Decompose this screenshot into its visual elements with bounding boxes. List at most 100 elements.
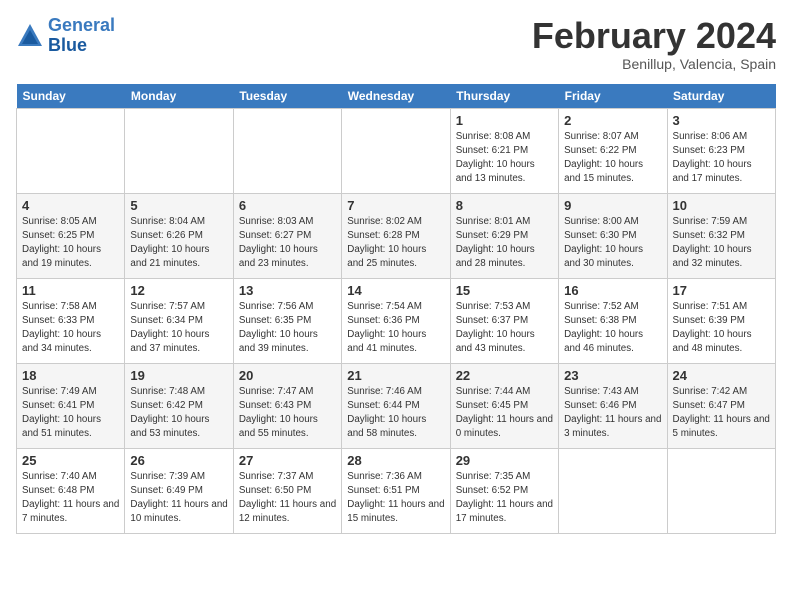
day-number: 14 — [347, 283, 444, 298]
calendar-cell: 10 Sunrise: 7:59 AM Sunset: 6:32 PM Dayli… — [667, 193, 775, 278]
calendar-cell: 4 Sunrise: 8:05 AM Sunset: 6:25 PM Daylig… — [17, 193, 125, 278]
calendar-cell: 9 Sunrise: 8:00 AM Sunset: 6:30 PM Daylig… — [559, 193, 667, 278]
day-number: 15 — [456, 283, 553, 298]
day-number: 12 — [130, 283, 227, 298]
week-row-1: 1 Sunrise: 8:08 AM Sunset: 6:21 PM Daylig… — [17, 108, 776, 193]
logo-text: GeneralBlue — [48, 16, 115, 56]
day-info: Sunrise: 7:43 AM Sunset: 6:46 PM Dayligh… — [564, 385, 661, 442]
calendar-cell: 1 Sunrise: 8:08 AM Sunset: 6:21 PM Daylig… — [450, 108, 558, 193]
weekday-header-monday: Monday — [125, 84, 233, 109]
calendar-table: SundayMondayTuesdayWednesdayThursdayFrid… — [16, 84, 776, 534]
day-number: 27 — [239, 453, 336, 468]
day-info: Sunrise: 8:04 AM Sunset: 6:26 PM Dayligh… — [130, 215, 227, 272]
day-info: Sunrise: 7:51 AM Sunset: 6:39 PM Dayligh… — [673, 300, 770, 357]
day-info: Sunrise: 7:36 AM Sunset: 6:51 PM Dayligh… — [347, 470, 444, 527]
day-number: 18 — [22, 368, 119, 383]
day-number: 6 — [239, 198, 336, 213]
day-number: 8 — [456, 198, 553, 213]
day-number: 28 — [347, 453, 444, 468]
week-row-2: 4 Sunrise: 8:05 AM Sunset: 6:25 PM Daylig… — [17, 193, 776, 278]
calendar-cell: 13 Sunrise: 7:56 AM Sunset: 6:35 PM Dayli… — [233, 278, 341, 363]
day-info: Sunrise: 7:35 AM Sunset: 6:52 PM Dayligh… — [456, 470, 553, 527]
title-block: February 2024 Benillup, Valencia, Spain — [532, 16, 776, 72]
day-number: 20 — [239, 368, 336, 383]
weekday-header-friday: Friday — [559, 84, 667, 109]
day-info: Sunrise: 7:46 AM Sunset: 6:44 PM Dayligh… — [347, 385, 444, 442]
logo-icon — [16, 22, 44, 50]
day-info: Sunrise: 7:52 AM Sunset: 6:38 PM Dayligh… — [564, 300, 661, 357]
day-number: 7 — [347, 198, 444, 213]
day-number: 16 — [564, 283, 661, 298]
weekday-header-saturday: Saturday — [667, 84, 775, 109]
day-number: 29 — [456, 453, 553, 468]
day-number: 25 — [22, 453, 119, 468]
calendar-cell: 2 Sunrise: 8:07 AM Sunset: 6:22 PM Daylig… — [559, 108, 667, 193]
day-info: Sunrise: 8:01 AM Sunset: 6:29 PM Dayligh… — [456, 215, 553, 272]
calendar-cell: 16 Sunrise: 7:52 AM Sunset: 6:38 PM Dayli… — [559, 278, 667, 363]
month-title: February 2024 — [532, 16, 776, 56]
calendar-cell — [667, 448, 775, 533]
day-info: Sunrise: 7:47 AM Sunset: 6:43 PM Dayligh… — [239, 385, 336, 442]
day-number: 21 — [347, 368, 444, 383]
day-number: 2 — [564, 113, 661, 128]
day-number: 3 — [673, 113, 770, 128]
day-info: Sunrise: 7:58 AM Sunset: 6:33 PM Dayligh… — [22, 300, 119, 357]
day-info: Sunrise: 8:08 AM Sunset: 6:21 PM Dayligh… — [456, 130, 553, 187]
day-info: Sunrise: 7:57 AM Sunset: 6:34 PM Dayligh… — [130, 300, 227, 357]
day-info: Sunrise: 7:54 AM Sunset: 6:36 PM Dayligh… — [347, 300, 444, 357]
day-number: 19 — [130, 368, 227, 383]
day-info: Sunrise: 8:03 AM Sunset: 6:27 PM Dayligh… — [239, 215, 336, 272]
calendar-cell — [233, 108, 341, 193]
day-info: Sunrise: 7:56 AM Sunset: 6:35 PM Dayligh… — [239, 300, 336, 357]
calendar-cell: 11 Sunrise: 7:58 AM Sunset: 6:33 PM Dayli… — [17, 278, 125, 363]
calendar-cell: 26 Sunrise: 7:39 AM Sunset: 6:49 PM Dayli… — [125, 448, 233, 533]
day-info: Sunrise: 7:40 AM Sunset: 6:48 PM Dayligh… — [22, 470, 119, 527]
calendar-cell — [559, 448, 667, 533]
day-number: 1 — [456, 113, 553, 128]
weekday-header-tuesday: Tuesday — [233, 84, 341, 109]
calendar-cell: 22 Sunrise: 7:44 AM Sunset: 6:45 PM Dayli… — [450, 363, 558, 448]
day-info: Sunrise: 7:48 AM Sunset: 6:42 PM Dayligh… — [130, 385, 227, 442]
day-info: Sunrise: 7:44 AM Sunset: 6:45 PM Dayligh… — [456, 385, 553, 442]
calendar-cell: 24 Sunrise: 7:42 AM Sunset: 6:47 PM Dayli… — [667, 363, 775, 448]
day-number: 26 — [130, 453, 227, 468]
day-number: 5 — [130, 198, 227, 213]
day-number: 11 — [22, 283, 119, 298]
calendar-cell: 15Sunrise: 7:53 AM Sunset: 6:37 PM Dayli… — [450, 278, 558, 363]
day-info: Sunrise: 8:07 AM Sunset: 6:22 PM Dayligh… — [564, 130, 661, 187]
calendar-cell: 17 Sunrise: 7:51 AM Sunset: 6:39 PM Dayli… — [667, 278, 775, 363]
day-number: 10 — [673, 198, 770, 213]
calendar-cell: 28 Sunrise: 7:36 AM Sunset: 6:51 PM Dayli… — [342, 448, 450, 533]
calendar-cell: 12 Sunrise: 7:57 AM Sunset: 6:34 PM Dayli… — [125, 278, 233, 363]
calendar-cell: 21 Sunrise: 7:46 AM Sunset: 6:44 PM Dayli… — [342, 363, 450, 448]
day-info: Sunrise: 7:39 AM Sunset: 6:49 PM Dayligh… — [130, 470, 227, 527]
calendar-cell: 23Sunrise: 7:43 AM Sunset: 6:46 PM Dayli… — [559, 363, 667, 448]
day-number: 24 — [673, 368, 770, 383]
day-info: Sunrise: 8:05 AM Sunset: 6:25 PM Dayligh… — [22, 215, 119, 272]
day-number: 9 — [564, 198, 661, 213]
weekday-header-sunday: Sunday — [17, 84, 125, 109]
calendar-cell: 27Sunrise: 7:37 AM Sunset: 6:50 PM Dayli… — [233, 448, 341, 533]
calendar-cell: 6 Sunrise: 8:03 AM Sunset: 6:27 PM Daylig… — [233, 193, 341, 278]
day-number: 22 — [456, 368, 553, 383]
week-row-4: 18 Sunrise: 7:49 AM Sunset: 6:41 PM Dayli… — [17, 363, 776, 448]
calendar-cell — [17, 108, 125, 193]
calendar-cell: 8 Sunrise: 8:01 AM Sunset: 6:29 PM Daylig… — [450, 193, 558, 278]
logo: GeneralBlue — [16, 16, 115, 56]
day-info: Sunrise: 7:49 AM Sunset: 6:41 PM Dayligh… — [22, 385, 119, 442]
day-number: 17 — [673, 283, 770, 298]
day-info: Sunrise: 7:42 AM Sunset: 6:47 PM Dayligh… — [673, 385, 770, 442]
day-info: Sunrise: 8:00 AM Sunset: 6:30 PM Dayligh… — [564, 215, 661, 272]
calendar-cell: 14 Sunrise: 7:54 AM Sunset: 6:36 PM Dayli… — [342, 278, 450, 363]
calendar-cell: 7Sunrise: 8:02 AM Sunset: 6:28 PM Daylig… — [342, 193, 450, 278]
day-number: 4 — [22, 198, 119, 213]
week-row-5: 25 Sunrise: 7:40 AM Sunset: 6:48 PM Dayli… — [17, 448, 776, 533]
day-info: Sunrise: 7:59 AM Sunset: 6:32 PM Dayligh… — [673, 215, 770, 272]
day-number: 13 — [239, 283, 336, 298]
calendar-cell: 19 Sunrise: 7:48 AM Sunset: 6:42 PM Dayli… — [125, 363, 233, 448]
calendar-cell: 5 Sunrise: 8:04 AM Sunset: 6:26 PM Daylig… — [125, 193, 233, 278]
weekday-header-wednesday: Wednesday — [342, 84, 450, 109]
calendar-cell — [342, 108, 450, 193]
week-row-3: 11 Sunrise: 7:58 AM Sunset: 6:33 PM Dayli… — [17, 278, 776, 363]
page-header: GeneralBlue February 2024 Benillup, Vale… — [16, 16, 776, 72]
